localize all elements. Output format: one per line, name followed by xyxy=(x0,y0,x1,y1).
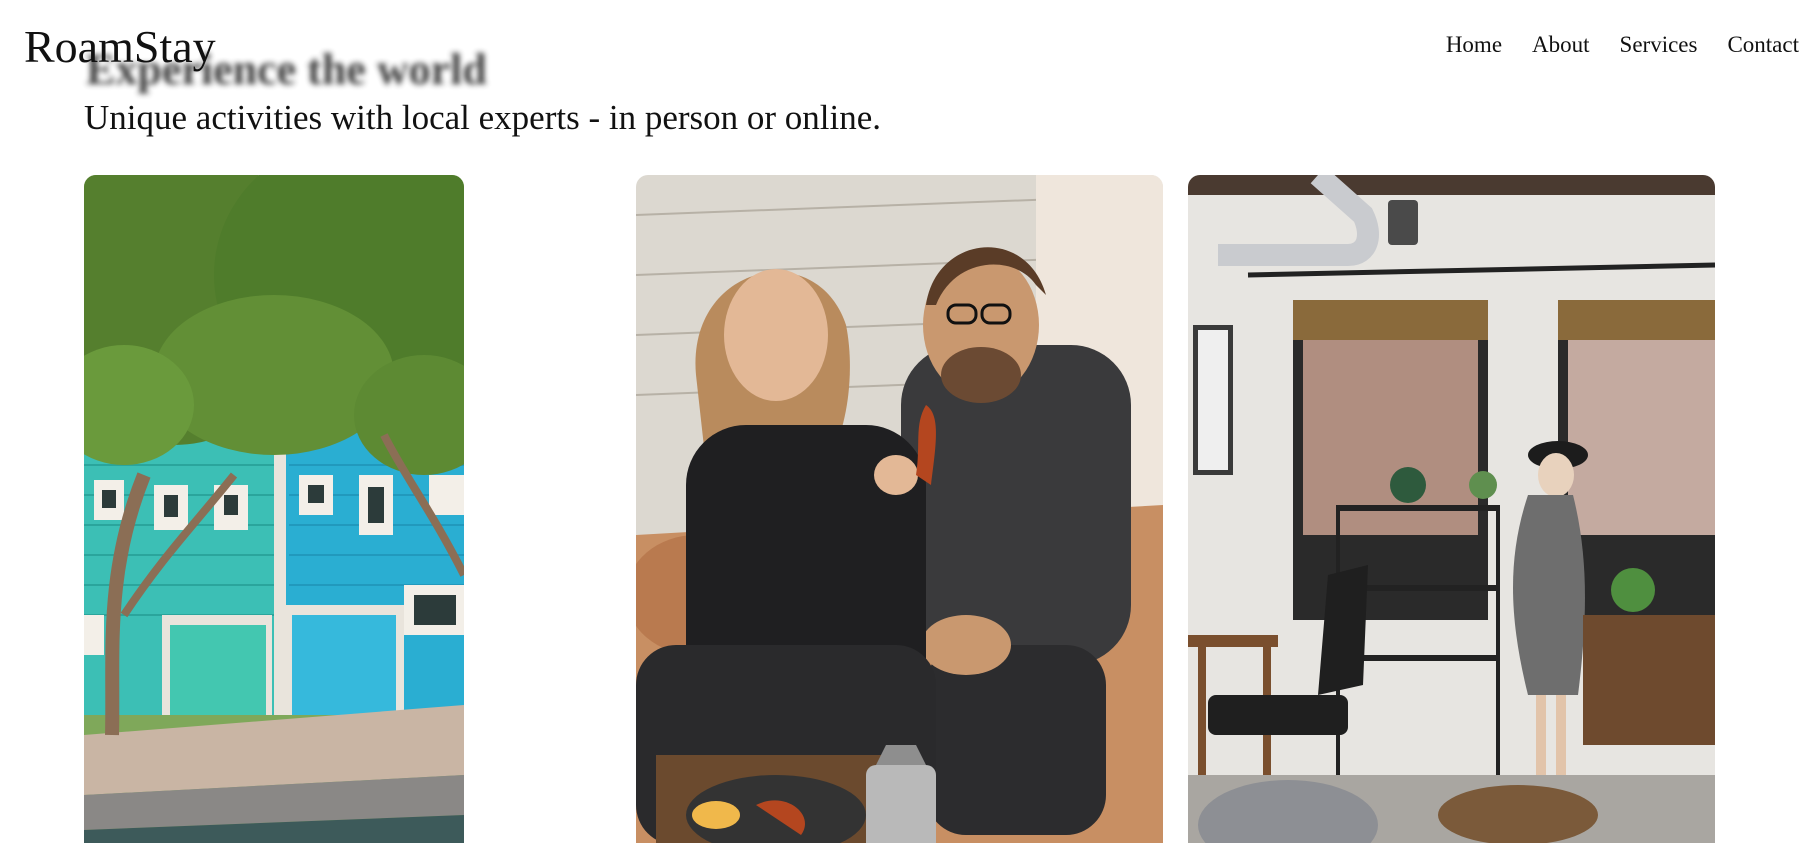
nav-about-link[interactable]: About xyxy=(1532,30,1590,60)
card-houses-image[interactable] xyxy=(84,175,464,843)
main-nav: Home About Services Contact xyxy=(1446,30,1799,60)
card-loft-image[interactable] xyxy=(1188,175,1715,843)
houses-photo xyxy=(84,175,464,843)
couple-photo xyxy=(636,175,1163,843)
page: RoamStay Home About Services Contact Exp… xyxy=(0,0,1819,843)
nav-services-link[interactable]: Services xyxy=(1620,30,1698,60)
site-logo[interactable]: RoamStay xyxy=(24,20,216,74)
card-couple-image[interactable] xyxy=(636,175,1163,843)
loft-photo xyxy=(1188,175,1715,843)
hero-subtitle: Unique activities with local experts - i… xyxy=(84,98,882,137)
nav-contact-link[interactable]: Contact xyxy=(1727,30,1799,60)
nav-home-link[interactable]: Home xyxy=(1446,30,1502,60)
